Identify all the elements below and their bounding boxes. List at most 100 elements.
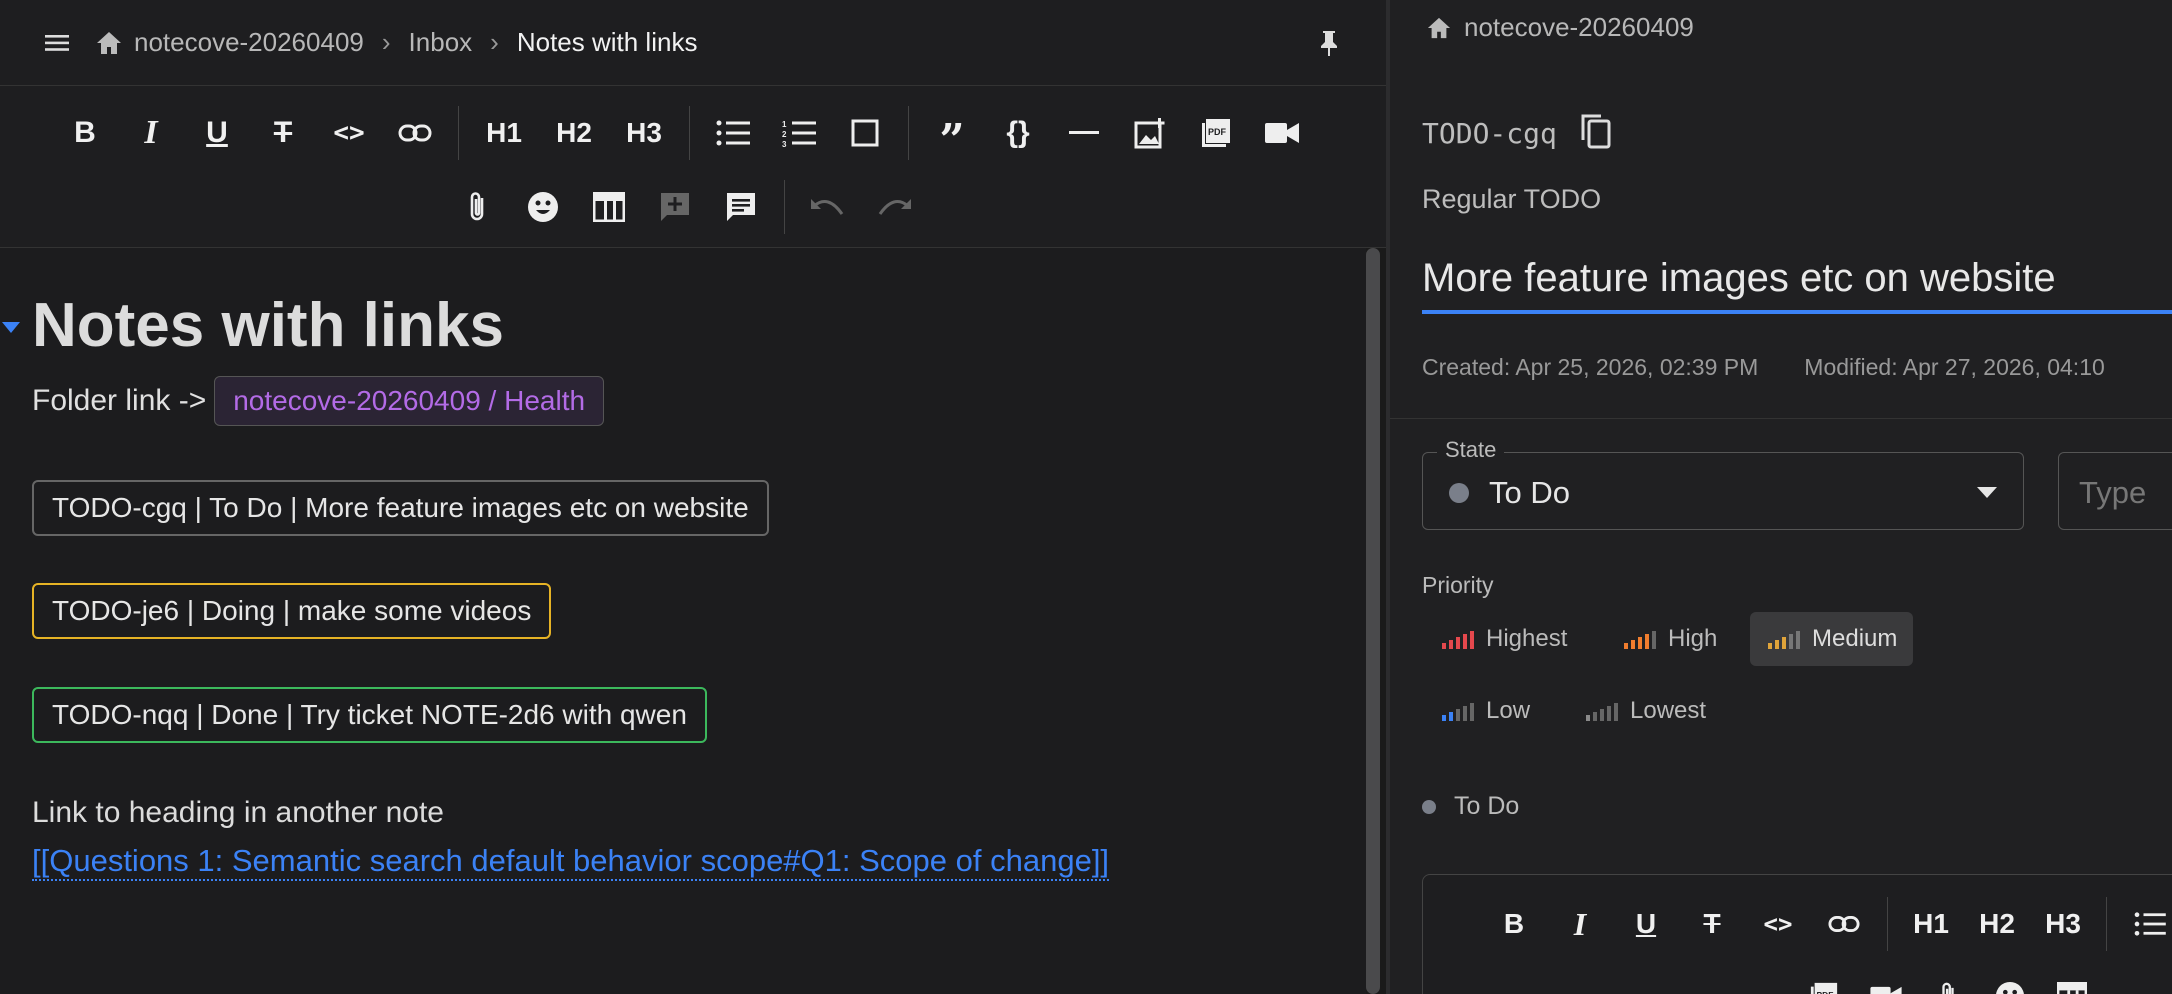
state-label: State xyxy=(1437,437,1505,463)
priority-option-highest[interactable]: Highest xyxy=(1424,612,1583,666)
todo-description-editor[interactable]: B I U T <> H1 H2 H3 PDF xyxy=(1422,874,2172,994)
link-button[interactable] xyxy=(1819,899,1869,949)
section-divider xyxy=(1390,418,2172,419)
underline-button[interactable]: U xyxy=(190,106,244,160)
timestamps-row: Created: Apr 25, 2026, 02:39 PM Modified:… xyxy=(1422,354,2105,381)
copy-icon[interactable] xyxy=(1579,112,1613,155)
todo-link-chip-cgq[interactable]: TODO-cgq | To Do | More feature images e… xyxy=(32,480,769,536)
strikethrough-button[interactable]: T xyxy=(256,106,310,160)
italic-button[interactable]: I xyxy=(1555,899,1605,949)
priority-option-medium[interactable]: Medium xyxy=(1750,612,1914,666)
description-toolbar-row2: PDF xyxy=(1793,971,2103,994)
toolbar-divider xyxy=(689,106,690,160)
todo-title-input[interactable] xyxy=(1422,246,2172,314)
home-icon[interactable] xyxy=(94,28,124,58)
add-comment-icon[interactable] xyxy=(648,180,702,234)
checkbox-button[interactable] xyxy=(838,106,892,160)
table-icon[interactable] xyxy=(2047,971,2097,994)
italic-button[interactable]: I xyxy=(124,106,178,160)
pin-icon[interactable] xyxy=(1314,28,1344,58)
heading-1-button[interactable]: H1 xyxy=(1906,899,1956,949)
horizontal-rule-button[interactable] xyxy=(1057,106,1111,160)
todo-type-label: Regular TODO xyxy=(1422,184,1602,214)
insert-image-icon[interactable] xyxy=(1123,106,1177,160)
svg-text:1: 1 xyxy=(782,120,787,129)
priority-option-label: Low xyxy=(1486,697,1531,724)
todo-link-chip-je6[interactable]: TODO-je6 | Doing | make some videos xyxy=(32,583,552,639)
breadcrumb: notecove-20260409 › Inbox › Notes with l… xyxy=(0,0,1386,86)
breadcrumb-item-current: Notes with links xyxy=(516,27,698,57)
svg-text:3: 3 xyxy=(782,140,787,147)
breadcrumb-item-root[interactable]: notecove-20260409 xyxy=(134,27,364,58)
underline-button[interactable]: U xyxy=(1621,899,1671,949)
signal-bars-icon xyxy=(1442,631,1474,649)
folder-link-chip[interactable]: notecove-20260409 / Health xyxy=(214,376,605,426)
note-title-heading[interactable]: Notes with links xyxy=(32,290,504,361)
svg-text:PDF: PDF xyxy=(1208,127,1227,137)
detail-breadcrumb: notecove-20260409 xyxy=(1424,12,1694,43)
breadcrumb-item-inbox[interactable]: Inbox xyxy=(409,27,473,58)
insert-pdf-icon[interactable]: PDF xyxy=(1799,971,1849,994)
svg-text:2: 2 xyxy=(782,130,787,139)
comments-icon[interactable] xyxy=(714,180,768,234)
signal-bars-icon xyxy=(1442,703,1474,721)
bold-button[interactable]: B xyxy=(58,106,112,160)
todo-link-chip-nqq[interactable]: TODO-nqq | Done | Try ticket NOTE-2d6 wi… xyxy=(32,687,707,743)
attachment-icon[interactable] xyxy=(1923,971,1973,994)
priority-option-label: Highest xyxy=(1486,625,1568,652)
code-button[interactable]: <> xyxy=(1753,899,1803,949)
scrollbar-thumb[interactable] xyxy=(1366,248,1380,994)
modified-timestamp: Modified: Apr 27, 2026, 04:10 xyxy=(1804,354,2105,380)
status-dot xyxy=(1422,799,1436,814)
bullet-list-button[interactable] xyxy=(706,106,760,160)
code-button[interactable]: <> xyxy=(322,106,376,160)
quote-button[interactable]: ” xyxy=(925,106,979,166)
insert-pdf-icon[interactable]: PDF xyxy=(1189,106,1243,160)
svg-text:PDF: PDF xyxy=(1817,990,1834,994)
table-icon[interactable] xyxy=(582,180,636,234)
priority-option-high[interactable]: High xyxy=(1606,612,1733,666)
priority-label: Priority xyxy=(1422,572,1494,598)
chevron-right-icon: › xyxy=(490,27,499,57)
type-placeholder: Type xyxy=(2079,475,2147,510)
attachment-icon[interactable] xyxy=(450,180,504,234)
priority-option-label: High xyxy=(1668,625,1718,652)
bold-button[interactable]: B xyxy=(1489,899,1539,949)
heading-3-button[interactable]: H3 xyxy=(615,106,673,160)
priority-option-low[interactable]: Low xyxy=(1424,684,1546,738)
heading-1-button[interactable]: H1 xyxy=(475,106,533,160)
toolbar-divider xyxy=(784,180,785,234)
heading-2-button[interactable]: H2 xyxy=(1972,899,2022,949)
detail-breadcrumb-root[interactable]: notecove-20260409 xyxy=(1464,12,1694,43)
heading-3-button[interactable]: H3 xyxy=(2038,899,2088,949)
home-icon[interactable] xyxy=(1424,13,1454,43)
strikethrough-button[interactable]: T xyxy=(1687,899,1737,949)
signal-bars-icon xyxy=(1586,703,1618,721)
collapse-heading-icon[interactable] xyxy=(2,322,20,333)
priority-option-lowest[interactable]: Lowest xyxy=(1568,684,1722,738)
insert-video-icon[interactable] xyxy=(1255,106,1309,160)
code-block-button[interactable]: {} xyxy=(991,106,1045,160)
redo-icon[interactable] xyxy=(867,180,921,234)
status-text: To Do xyxy=(1454,792,1520,820)
heading-wiki-link[interactable]: [[Questions 1: Semantic search default b… xyxy=(32,843,1110,881)
emoji-icon[interactable] xyxy=(1985,971,2035,994)
heading-link-label: Link to heading in another note xyxy=(32,796,444,829)
type-select[interactable]: Type xyxy=(2058,452,2172,530)
hamburger-menu-icon[interactable] xyxy=(42,28,72,58)
numbered-list-button[interactable]: 123 xyxy=(772,106,826,160)
emoji-icon[interactable] xyxy=(516,180,570,234)
folder-link-line: Folder link -> notecove-20260409 / Healt… xyxy=(32,376,605,426)
bullet-list-button[interactable] xyxy=(2125,899,2172,949)
todo-id-row: TODO-cgq xyxy=(1422,112,1613,155)
heading-2-button[interactable]: H2 xyxy=(545,106,603,160)
undo-icon[interactable] xyxy=(801,180,855,234)
link-button[interactable] xyxy=(388,106,442,160)
toolbar-divider xyxy=(458,106,459,160)
chevron-down-icon[interactable] xyxy=(1977,487,1997,498)
todo-detail-pane: notecove-20260409 TODO-cgq Regular TODO … xyxy=(1390,0,2172,994)
state-select[interactable]: State To Do xyxy=(1422,437,2024,530)
insert-video-icon[interactable] xyxy=(1861,971,1911,994)
note-editor-pane: notecove-20260409 › Inbox › Notes with l… xyxy=(0,0,1386,994)
description-toolbar: B I U T <> H1 H2 H3 xyxy=(1481,897,2172,951)
